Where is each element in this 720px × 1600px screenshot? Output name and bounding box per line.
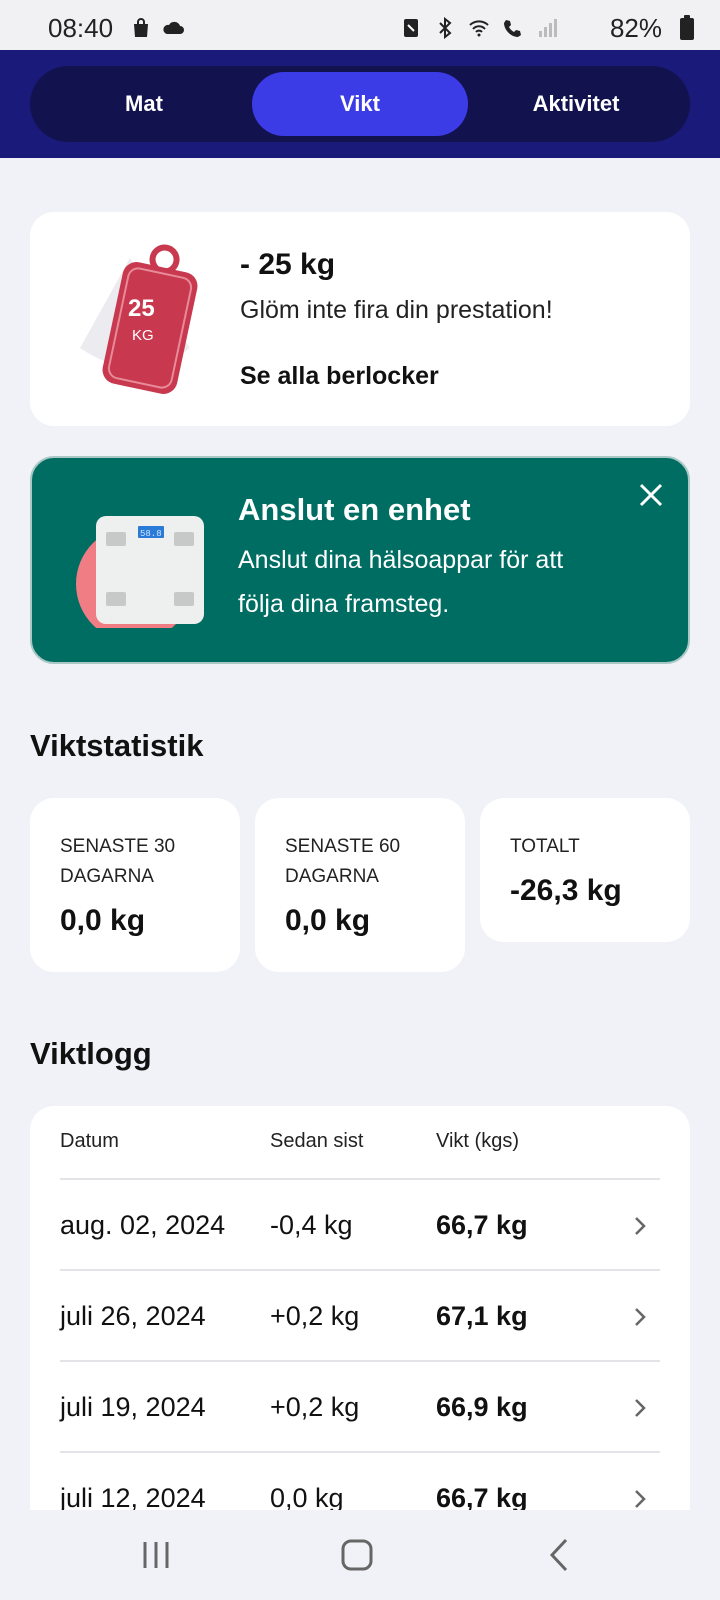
tab-bar: Mat Vikt Aktivitet (30, 66, 690, 142)
shopping-bag-icon (134, 18, 148, 37)
home-icon[interactable] (332, 1532, 382, 1578)
connect-device-card[interactable]: 58.8 Anslut en enhet Anslut dina hälsoap… (30, 456, 690, 664)
charm-badge-unit: KG (132, 327, 154, 344)
row-date: juli 19, 2024 (60, 1392, 206, 1422)
header-date: Datum (60, 1130, 119, 1152)
system-nav-bar (0, 1510, 720, 1600)
stat-value: -26,3 kg (510, 874, 622, 907)
charm-badge-number: 25 (128, 295, 155, 322)
tab-aktivitet[interactable]: Aktivitet (468, 72, 684, 136)
battery-icon (680, 15, 694, 40)
signal-icon (539, 19, 557, 37)
log-title: Viktlogg (30, 1036, 152, 1071)
back-icon[interactable] (536, 1532, 586, 1578)
charm-card[interactable]: 25 KG - 25 kg Glöm inte fira din prestat… (30, 212, 690, 426)
stats-title: Viktstatistik (30, 728, 204, 763)
status-bar: 08:40 82% (0, 0, 720, 50)
row-diff: -0,4 kg (270, 1210, 353, 1240)
tab-vikt[interactable]: Vikt (252, 72, 468, 136)
scale-display: 58.8 (140, 529, 162, 539)
table-row[interactable]: juli 19, 2024 +0,2 kg 66,9 kg (60, 1362, 660, 1453)
charm-title: - 25 kg (240, 248, 336, 281)
header-weight: Vikt (kgs) (436, 1130, 519, 1152)
stat-value: 0,0 kg (60, 904, 146, 937)
stat-card-60-days: SENASTE 60 DAGARNA 0,0 kg (255, 798, 465, 972)
recent-apps-icon[interactable] (131, 1532, 181, 1578)
stat-label: TOTALT (510, 836, 580, 857)
smart-scale-icon: 58.8 (76, 516, 204, 628)
stat-value: 0,0 kg (285, 904, 371, 937)
chevron-right-icon (635, 1308, 646, 1326)
chevron-right-icon (635, 1399, 646, 1417)
stat-label: SENASTE 60 DAGARNA (285, 836, 401, 887)
connect-title: Anslut en enhet (238, 492, 471, 527)
status-time: 08:40 (48, 13, 114, 43)
bluetooth-icon (439, 17, 452, 39)
row-diff: +0,2 kg (270, 1301, 360, 1331)
battery-percent: 82% (609, 13, 662, 43)
table-row[interactable]: juli 26, 2024 +0,2 kg 67,1 kg (60, 1271, 660, 1362)
close-icon[interactable] (636, 480, 666, 510)
row-weight: 66,9 kg (436, 1392, 528, 1422)
table-row[interactable]: aug. 02, 2024 -0,4 kg 66,7 kg (60, 1180, 660, 1271)
see-all-charms-link[interactable]: Se alla berlocker (240, 362, 439, 391)
tab-mat[interactable]: Mat (36, 72, 252, 136)
row-weight: 66,7 kg (436, 1210, 528, 1240)
weight-charm-icon: 25 KG (80, 244, 198, 394)
nfc-icon (404, 19, 418, 37)
charm-subtitle: Glöm inte fira din prestation! (240, 296, 553, 324)
row-date: aug. 02, 2024 (60, 1210, 226, 1240)
chevron-right-icon (635, 1490, 646, 1508)
stat-label: SENASTE 30 DAGARNA (60, 836, 176, 887)
connect-body: Anslut dina hälsoappar för att följa din… (238, 546, 564, 618)
stat-card-total: TOTALT -26,3 kg (480, 798, 690, 942)
header: Mat Vikt Aktivitet (0, 50, 720, 158)
chevron-right-icon (635, 1217, 646, 1235)
wifi-icon (469, 20, 489, 37)
row-diff: +0,2 kg (270, 1392, 360, 1422)
cloud-icon (163, 21, 184, 34)
row-weight: 67,1 kg (436, 1301, 528, 1331)
stat-card-30-days: SENASTE 30 DAGARNA 0,0 kg (30, 798, 240, 972)
header-diff: Sedan sist (270, 1130, 364, 1152)
table-header: Datum Sedan sist Vikt (kgs) (60, 1106, 660, 1180)
row-date: juli 26, 2024 (60, 1301, 206, 1331)
wifi-call-icon (504, 20, 521, 37)
